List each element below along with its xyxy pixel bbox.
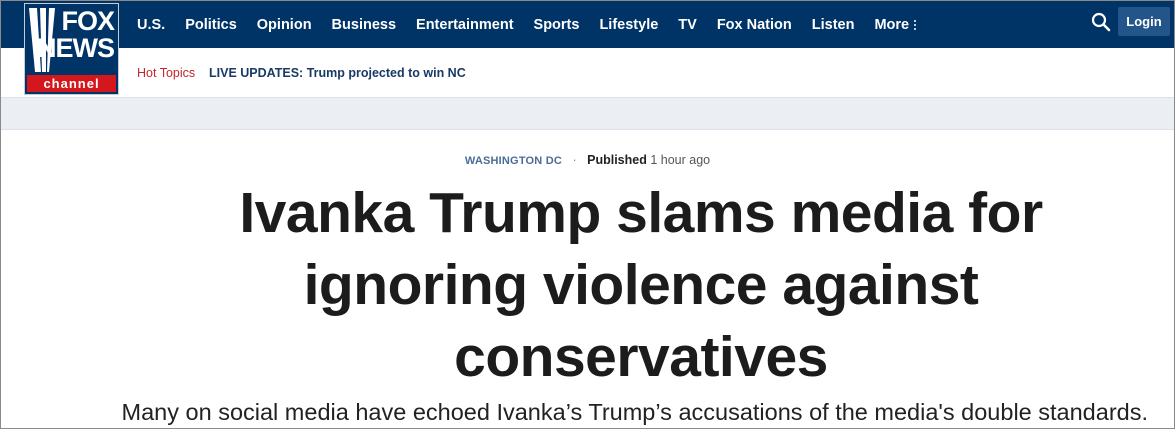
- fox-news-logo[interactable]: FOX NEWS channel: [24, 3, 119, 95]
- main-nav: U.S. Politics Opinion Business Entertain…: [137, 1, 936, 48]
- more-vertical-icon: [914, 19, 917, 30]
- hot-topics-label: Hot Topics: [137, 66, 196, 80]
- ad-placeholder-band: [1, 97, 1174, 130]
- nav-item-lifestyle[interactable]: Lifestyle: [599, 17, 658, 33]
- meta-separator: ·: [572, 153, 577, 167]
- article-meta: WASHINGTON DC · Published 1 hour ago: [1, 153, 1174, 167]
- article-headline: Ivanka Trump slams media for ignoring vi…: [239, 181, 1043, 389]
- nav-item-entertainment[interactable]: Entertainment: [416, 17, 514, 33]
- search-button[interactable]: [1089, 10, 1113, 34]
- logo-text-channel: channel: [27, 75, 116, 92]
- nav-item-listen[interactable]: Listen: [812, 17, 855, 33]
- nav-item-tv[interactable]: TV: [678, 17, 697, 33]
- logo-text-fox: FOX: [61, 6, 115, 36]
- nav-item-sports[interactable]: Sports: [534, 17, 580, 33]
- nav-item-politics[interactable]: Politics: [185, 17, 237, 33]
- search-icon: [1091, 12, 1111, 32]
- hot-topic-link[interactable]: LIVE UPDATES: Trump projected to win NC: [209, 66, 466, 80]
- nav-item-fox-nation[interactable]: Fox Nation: [717, 17, 792, 33]
- nav-item-business[interactable]: Business: [332, 17, 396, 33]
- login-button[interactable]: Login: [1118, 7, 1170, 36]
- nav-more-button[interactable]: More: [874, 16, 917, 33]
- published-label: Published: [587, 153, 647, 167]
- article-category-link[interactable]: WASHINGTON DC: [465, 155, 562, 167]
- published-time: 1 hour ago: [650, 153, 711, 167]
- article-subheadline: Many on social media have echoed Ivanka’…: [121, 399, 1148, 425]
- nav-item-opinion[interactable]: Opinion: [257, 17, 312, 33]
- logo-text-news: NEWS: [37, 33, 115, 63]
- nav-more-label: More: [874, 16, 910, 33]
- hot-topics-bar: Hot Topics LIVE UPDATES: Trump projected…: [1, 48, 1174, 97]
- top-nav-bar: U.S. Politics Opinion Business Entertain…: [1, 1, 1174, 48]
- nav-item-us[interactable]: U.S.: [137, 17, 165, 33]
